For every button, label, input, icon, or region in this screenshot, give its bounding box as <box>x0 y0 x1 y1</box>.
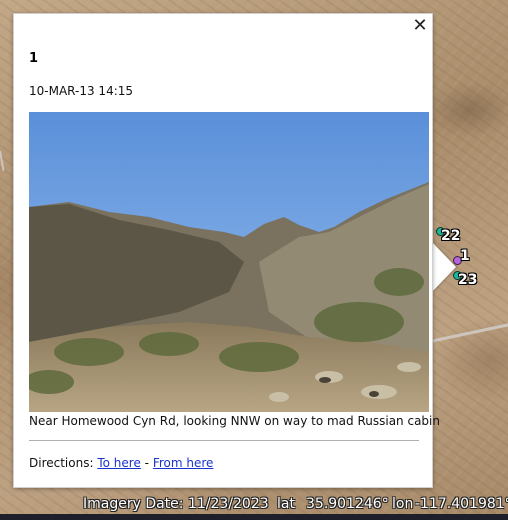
placemark-label: 1 <box>460 248 470 264</box>
road <box>0 150 5 171</box>
placemark-photo <box>29 112 429 412</box>
balloon-pointer <box>432 242 456 292</box>
lon-label: lon <box>392 496 414 512</box>
lat-label: lat <box>277 496 295 512</box>
directions-from-here-link[interactable]: From here <box>153 456 214 470</box>
lon-value: -117.401981° <box>415 496 508 512</box>
info-balloon: ✕ 1 10-MAR-13 14:15 Near Homewood Cyn Rd… <box>13 13 440 488</box>
bottom-strip <box>0 514 508 520</box>
directions-row: Directions: To here - From here <box>29 456 213 470</box>
balloon-title: 1 <box>29 51 39 66</box>
directions-label: Directions: <box>29 456 94 470</box>
lat-value: 35.901246° <box>306 496 389 512</box>
photo-caption: Near Homewood Cyn Rd, looking NNW on way… <box>29 414 440 428</box>
directions-to-here-link[interactable]: To here <box>97 456 141 470</box>
directions-separator: - <box>144 456 150 470</box>
placemark-label: 23 <box>458 272 478 288</box>
road <box>429 321 508 343</box>
divider <box>29 440 419 441</box>
balloon-timestamp: 10-MAR-13 14:15 <box>29 84 134 98</box>
photo-image <box>29 112 429 412</box>
close-icon[interactable]: ✕ <box>410 16 430 36</box>
imagery-date: Imagery Date: 11/23/2023 <box>83 496 269 512</box>
